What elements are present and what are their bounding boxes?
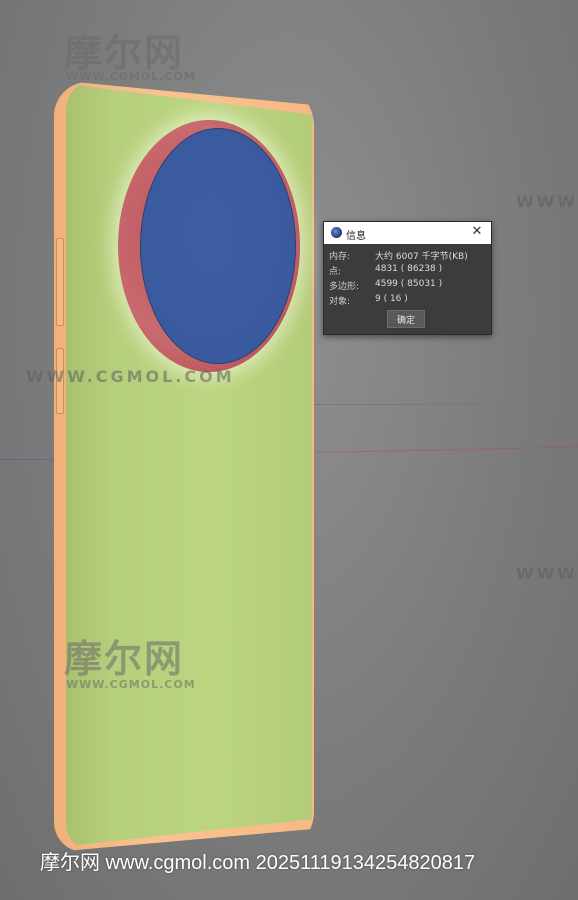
watermark-url: WWW. <box>516 564 578 583</box>
z-axis-line <box>0 459 60 460</box>
info-row-points: 点: 4831 ( 86238 ) <box>329 264 489 277</box>
info-dialog: 信息 ✕ 内存: 大约 6007 千字节(KB) 点: 4831 ( 86238… <box>323 221 492 335</box>
camera-lens[interactable] <box>140 128 296 364</box>
info-value: 4831 ( 86238 ) <box>375 264 443 274</box>
close-icon[interactable]: ✕ <box>469 224 485 240</box>
info-label: 点: <box>329 267 342 277</box>
info-row-memory: 内存: 大约 6007 千字节(KB) <box>329 249 489 262</box>
phone-side-button <box>56 238 64 326</box>
watermark-url: WWW. <box>516 192 578 211</box>
watermark-url: WWW.CGMOL.COM <box>26 367 235 386</box>
dialog-title: 信息 <box>346 231 366 242</box>
watermark-logo: 摩尔网 <box>64 637 185 681</box>
info-value: 4599 ( 85031 ) <box>375 279 443 289</box>
info-label: 对象: <box>329 297 351 307</box>
watermark-logo: 摩尔网 <box>64 31 185 75</box>
3d-viewport[interactable]: 摩尔网 WWW.CGMOL.COM WWW.CGMOL.COM 摩尔网 WWW.… <box>0 0 578 900</box>
info-row-objects: 对象: 9 ( 16 ) <box>329 294 489 307</box>
app-icon <box>331 227 342 238</box>
x-axis-line <box>314 446 578 453</box>
watermark-url: WWW.CGMOL.COM <box>66 678 196 691</box>
info-label: 内存: <box>329 252 351 262</box>
info-row-polygons: 多边形: 4599 ( 85031 ) <box>329 279 489 292</box>
info-label: 多边形: <box>329 282 360 292</box>
info-value: 大约 6007 千字节(KB) <box>375 252 468 262</box>
dialog-titlebar[interactable]: 信息 ✕ <box>324 222 491 244</box>
ok-button[interactable]: 确定 <box>387 310 425 328</box>
info-value: 9 ( 16 ) <box>375 294 408 304</box>
watermark-url: WWW.CGMOL.COM <box>66 70 196 83</box>
footer-watermark: 摩尔网 www.cgmol.com 20251119134254820817 <box>40 852 476 874</box>
